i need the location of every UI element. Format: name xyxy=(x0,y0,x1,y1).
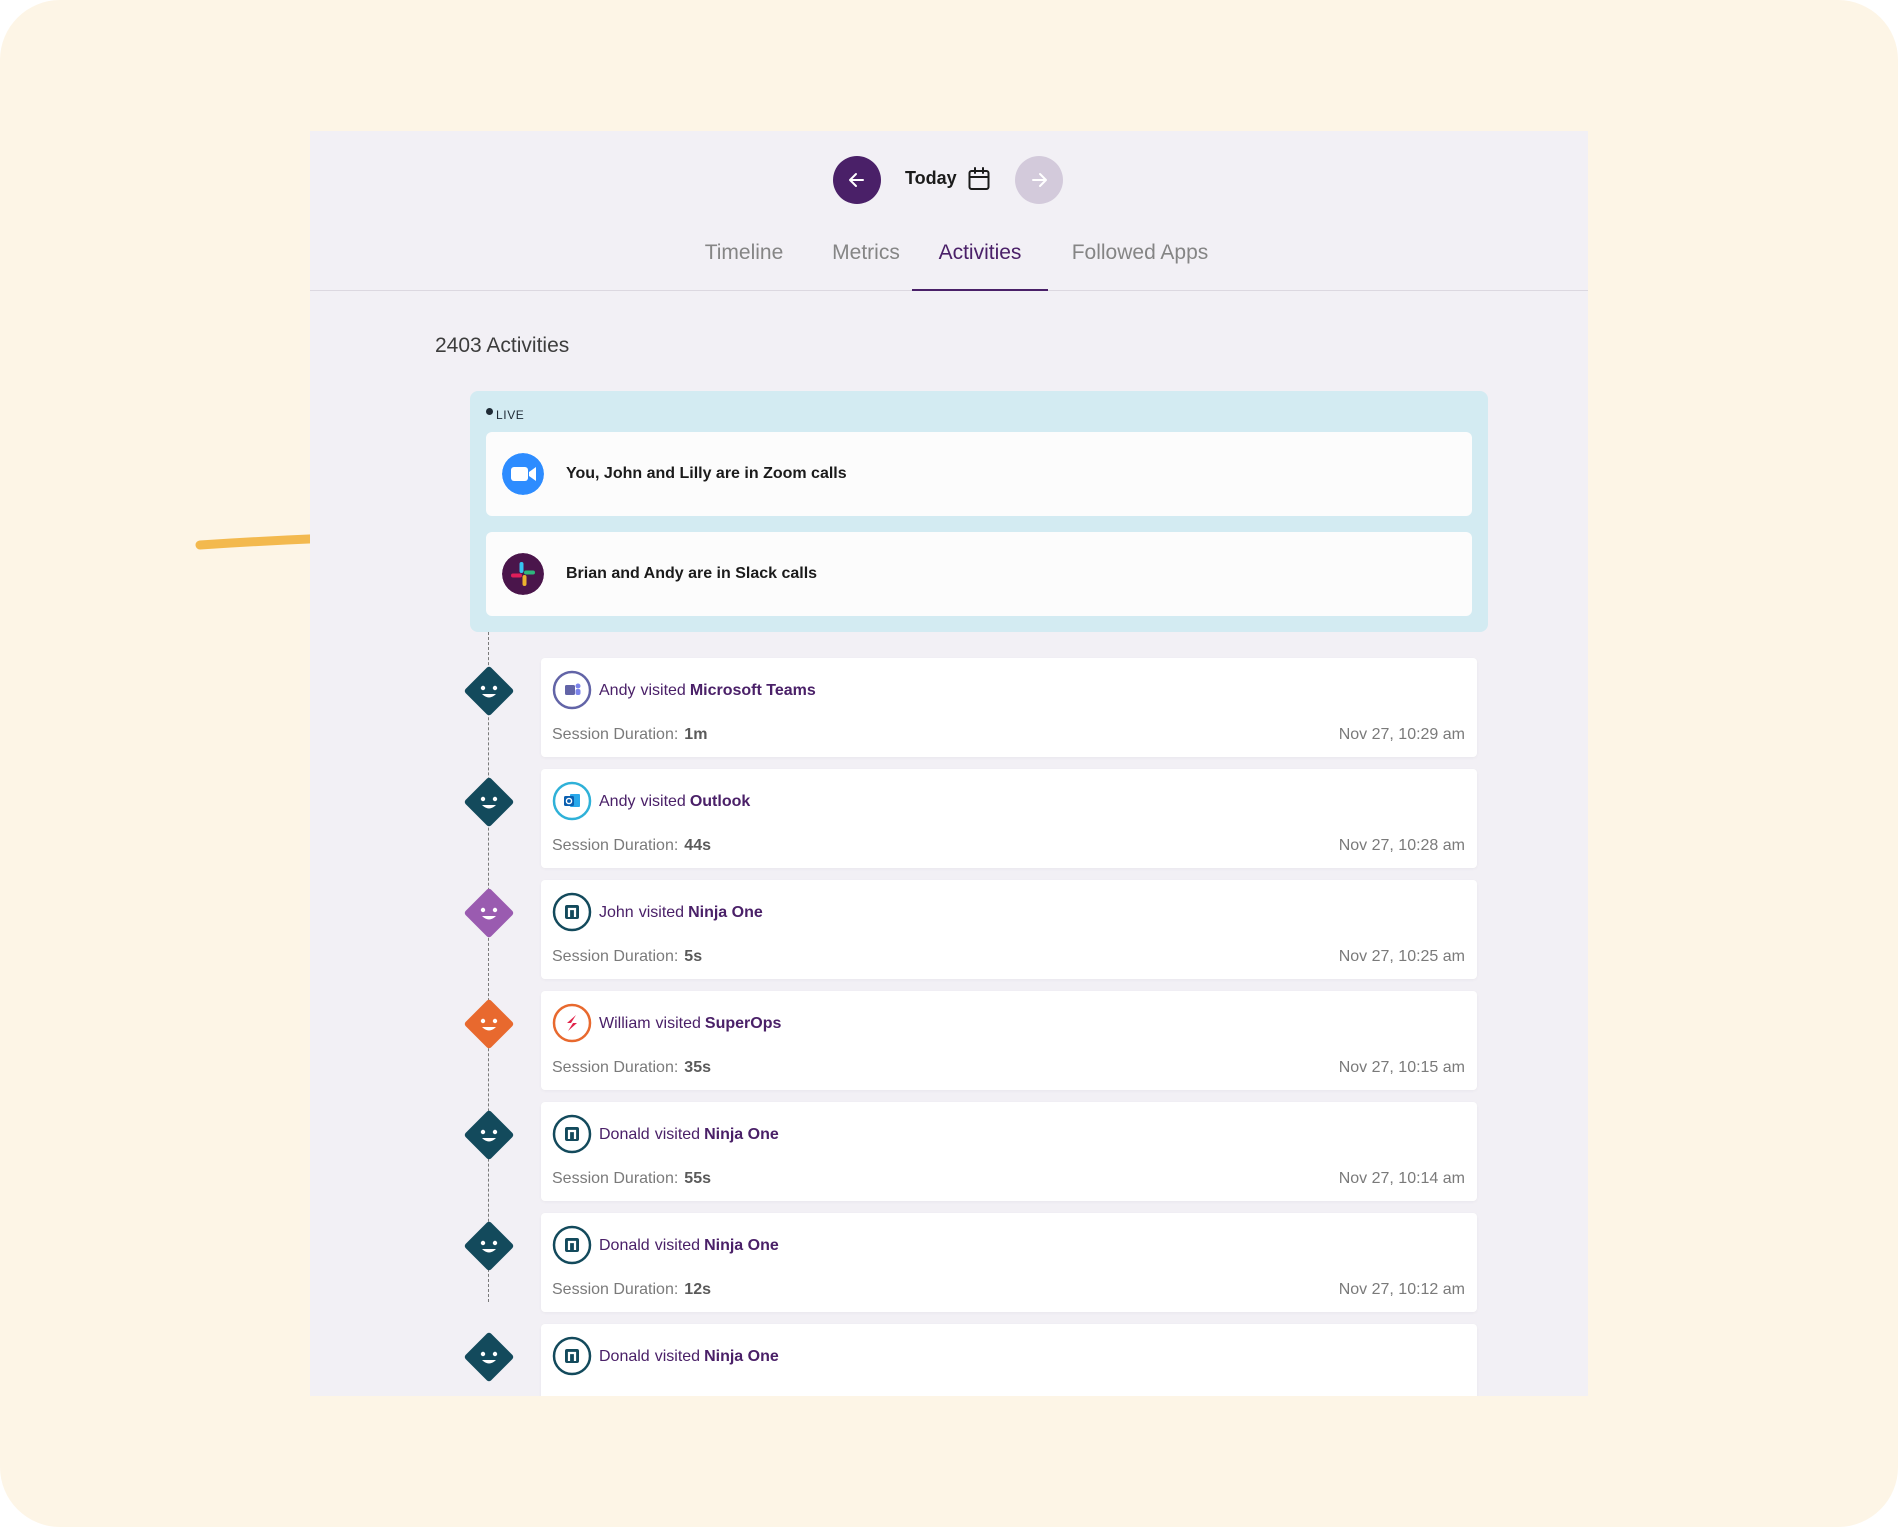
live-dot-icon xyxy=(486,408,493,415)
timeline-line xyxy=(488,632,489,1302)
session-duration-value: 12s xyxy=(684,1281,711,1298)
live-item-text: You, John and Lilly are in Zoom calls xyxy=(566,465,847,482)
activity-verb: visited xyxy=(654,1348,701,1365)
session-duration: Session Duration: 55s xyxy=(552,1170,711,1188)
zoom-icon xyxy=(502,453,544,495)
live-item-text: Brian and Andy are in Slack calls xyxy=(566,565,818,582)
tab-metrics[interactable]: Metrics xyxy=(810,221,922,291)
ninja-one-icon xyxy=(552,1336,592,1376)
activity-verb: visited xyxy=(654,1126,701,1143)
tab-timeline[interactable]: Timeline xyxy=(688,221,800,291)
session-duration-label: Session Duration: xyxy=(552,1281,679,1298)
user-avatar-icon[interactable] xyxy=(459,661,519,721)
activity-user: John xyxy=(599,904,634,921)
session-duration-label: Session Duration: xyxy=(552,726,679,743)
previous-day-button[interactable] xyxy=(833,156,881,204)
activity-card[interactable]: John visited Ninja One Session Duration: 5s N… xyxy=(541,880,1477,979)
microsoft-teams-icon xyxy=(552,670,592,710)
user-avatar-icon[interactable] xyxy=(459,772,519,832)
activity-summary: Donald visited Ninja One xyxy=(599,1348,779,1366)
activity-app-name[interactable]: Ninja One xyxy=(704,1126,779,1143)
live-item[interactable]: You, John and Lilly are in Zoom calls xyxy=(486,432,1472,516)
session-duration-value: 35s xyxy=(684,1059,711,1076)
activity-card[interactable]: Donald visited Ninja One Session Duration: 5… xyxy=(541,1102,1477,1201)
outlook-icon xyxy=(552,781,592,821)
activity-user: Donald xyxy=(599,1237,650,1254)
live-section: LIVE You, John and Lilly are in Zoom cal… xyxy=(470,391,1488,632)
session-duration-value: 5s xyxy=(684,948,703,965)
activity-timestamp: Nov 27, 10:28 am xyxy=(1338,837,1465,854)
user-avatar-icon[interactable] xyxy=(459,994,519,1054)
activity-verb: visited xyxy=(640,682,686,699)
activity-summary: Donald visited Ninja One xyxy=(599,1237,779,1255)
activity-verb: visited xyxy=(640,793,686,810)
activity-count: 2403 Activities xyxy=(435,334,570,357)
activities-panel: Today Timeline Metrics Activities Follow… xyxy=(310,131,1588,1396)
session-duration: Session Duration: 1m xyxy=(552,726,707,744)
activity-user: Andy xyxy=(599,682,636,699)
activity-user: William xyxy=(599,1015,651,1032)
session-duration-label: Session Duration: xyxy=(552,1059,679,1076)
arrow-left-icon xyxy=(849,173,864,187)
session-duration-value: 55s xyxy=(684,1170,711,1187)
activity-timestamp: Nov 27, 10:29 am xyxy=(1338,726,1465,743)
tab-bar: Timeline Metrics Activities Followed App… xyxy=(310,221,1588,291)
activity-user: Donald xyxy=(599,1126,650,1143)
session-duration: Session Duration: 12s xyxy=(552,1281,711,1299)
activity-timestamp: Nov 27, 10:25 am xyxy=(1338,948,1465,965)
user-avatar-icon[interactable] xyxy=(459,1327,519,1387)
activity-app-name[interactable]: SuperOps xyxy=(705,1015,781,1032)
slack-icon xyxy=(502,553,544,595)
session-duration-label: Session Duration: xyxy=(552,837,679,854)
activity-app-name[interactable]: Microsoft Teams xyxy=(690,682,816,699)
date-label: Today xyxy=(905,168,957,188)
activity-card[interactable]: Donald visited Ninja One Session Duration: 1… xyxy=(541,1213,1477,1312)
activity-timestamp: Nov 27, 10:15 am xyxy=(1338,1059,1465,1076)
activity-app-name[interactable]: Ninja One xyxy=(704,1348,779,1365)
user-avatar-icon[interactable] xyxy=(459,1216,519,1276)
session-duration-value: 1m xyxy=(684,726,708,743)
session-duration: Session Duration: 35s xyxy=(552,1059,711,1077)
activity-verb: visited xyxy=(654,1237,701,1254)
ninja-one-icon xyxy=(552,892,592,932)
session-duration xyxy=(552,1392,558,1396)
activity-app-name[interactable]: Outlook xyxy=(690,793,750,810)
activity-user: Andy xyxy=(599,793,636,810)
user-avatar-icon[interactable] xyxy=(459,883,519,943)
session-duration: Session Duration: 44s xyxy=(552,837,711,855)
ninja-one-icon xyxy=(552,1225,592,1265)
activity-summary: Andy visited Outlook xyxy=(599,793,750,811)
tab-activities[interactable]: Activities xyxy=(912,221,1048,291)
calendar-icon[interactable] xyxy=(968,167,990,191)
frame-background: Today Timeline Metrics Activities Follow… xyxy=(0,0,1898,1527)
activity-timestamp: Nov 27, 10:12 am xyxy=(1338,1281,1465,1298)
activity-app-name[interactable]: Ninja One xyxy=(704,1237,779,1254)
activity-summary: Andy visited Microsoft Teams xyxy=(599,682,816,700)
activity-card[interactable]: Andy visited Microsoft Teams Session Durati… xyxy=(541,658,1477,757)
activity-app-name[interactable]: Ninja One xyxy=(688,904,763,921)
live-label: LIVE xyxy=(496,408,525,422)
superops-icon xyxy=(552,1003,592,1043)
session-duration-value: 44s xyxy=(684,837,711,854)
live-item[interactable]: Brian and Andy are in Slack calls xyxy=(486,532,1472,616)
activity-verb: visited xyxy=(655,1015,701,1032)
activity-summary: John visited Ninja One xyxy=(599,904,763,922)
date-navigator: Today xyxy=(310,156,1588,204)
activity-card[interactable]: Andy visited Outlook Session Duration: 44s No… xyxy=(541,769,1477,868)
tab-followed-apps[interactable]: Followed Apps xyxy=(1060,221,1220,291)
activity-card[interactable]: Donald visited Ninja One xyxy=(541,1324,1477,1396)
user-avatar-icon[interactable] xyxy=(459,1105,519,1165)
activity-verb: visited xyxy=(638,904,685,921)
activity-summary: William visited SuperOps xyxy=(599,1015,781,1033)
session-duration-label: Session Duration: xyxy=(552,948,679,965)
activity-card[interactable]: William visited SuperOps Session Duration: 3… xyxy=(541,991,1477,1090)
arrow-right-icon xyxy=(1032,173,1047,187)
activity-summary: Donald visited Ninja One xyxy=(599,1126,779,1144)
activity-user: Donald xyxy=(599,1348,650,1365)
activity-timestamp: Nov 27, 10:14 am xyxy=(1338,1170,1465,1187)
next-day-button[interactable] xyxy=(1015,156,1063,204)
ninja-one-icon xyxy=(552,1114,592,1154)
session-duration: Session Duration: 5s xyxy=(552,948,702,966)
session-duration-label: Session Duration: xyxy=(552,1170,679,1187)
